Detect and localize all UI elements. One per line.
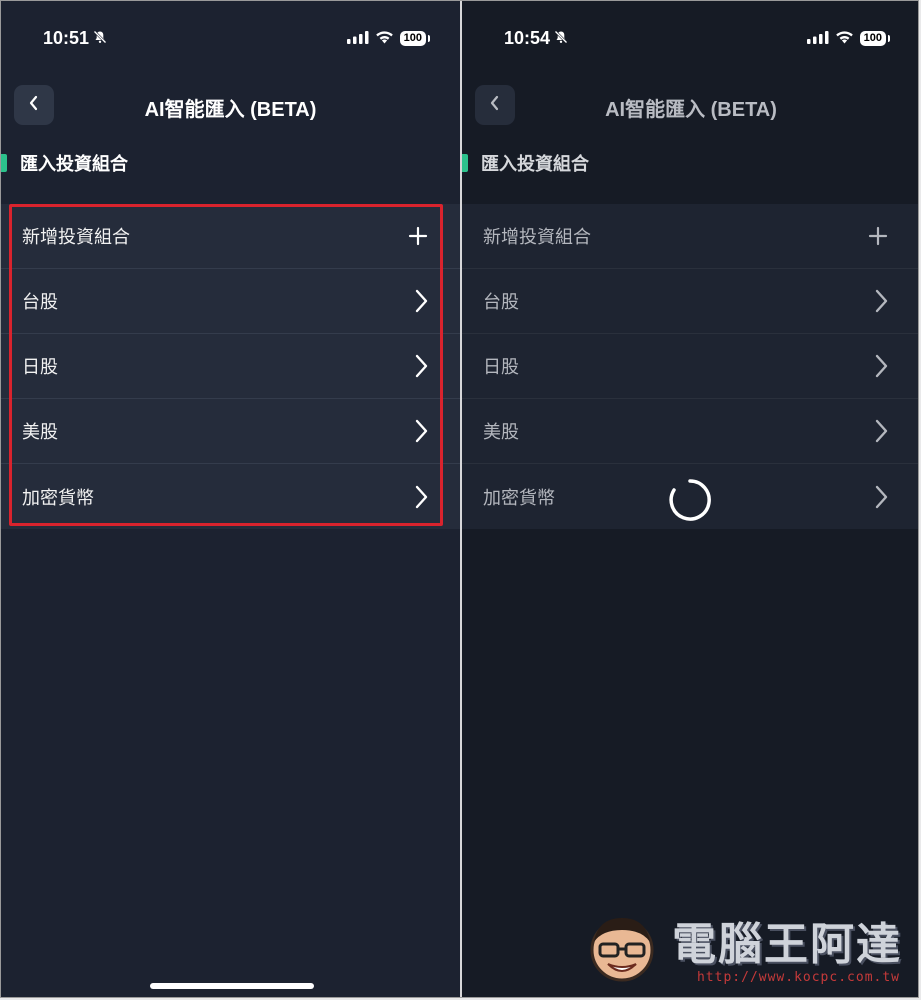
watermark-title: 電腦王阿達 — [672, 919, 902, 970]
home-indicator[interactable] — [150, 983, 314, 989]
list-item-jp-stocks[interactable]: 日股 — [462, 334, 918, 399]
cellular-signal-icon — [346, 29, 369, 48]
cellular-signal-icon — [806, 29, 829, 48]
list-item-label: 加密貨幣 — [483, 487, 555, 509]
plus-icon — [868, 226, 888, 246]
list-item-label: 日股 — [483, 357, 519, 378]
status-time-text: 10:51 — [43, 28, 90, 48]
section-title: 匯入投資組合 — [481, 154, 589, 175]
wifi-icon — [375, 29, 394, 48]
screenshot-frame: 10:51 100 AI智能匯入 (BETA) 匯入投資組合 新增投資組合 台股… — [0, 0, 919, 998]
chevron-right-icon — [874, 289, 888, 313]
site-watermark: 電腦王阿達 http://www.kocpc.com.tw — [582, 896, 912, 991]
phone-screen-right: 10:54 100 AI智能匯入 (BETA) 匯入投資組合 新增投資組合 台股… — [462, 1, 918, 997]
section-header: 匯入投資組合 — [1, 151, 128, 175]
silent-bell-icon — [93, 28, 107, 49]
mascot-logo — [590, 918, 654, 982]
chevron-right-icon — [874, 485, 888, 509]
battery-indicator: 100 — [859, 31, 891, 46]
page-title: AI智能匯入 (BETA) — [144, 99, 317, 121]
list-item-label: 美股 — [483, 422, 519, 443]
watermark-url: http://www.kocpc.com.tw — [696, 970, 900, 985]
wifi-icon — [835, 29, 854, 48]
highlight-box — [9, 204, 443, 526]
phone-screen-left: 10:51 100 AI智能匯入 (BETA) 匯入投資組合 新增投資組合 台股… — [1, 1, 460, 997]
list-item-tw-stocks[interactable]: 台股 — [462, 269, 918, 334]
status-time-text: 10:54 — [504, 28, 551, 48]
status-bar-time: 10:54 — [504, 28, 568, 49]
section-header: 匯入投資組合 — [462, 151, 589, 175]
status-bar-indicators: 100 — [806, 29, 891, 48]
chevron-right-icon — [874, 354, 888, 378]
section-accent-bar — [462, 154, 468, 172]
list-item-us-stocks[interactable]: 美股 — [462, 399, 918, 464]
chevron-right-icon — [874, 419, 888, 443]
list-item-label: 新增投資組合 — [483, 227, 591, 248]
list-item-label: 台股 — [483, 292, 519, 313]
status-bar-indicators: 100 — [346, 29, 431, 48]
list-item-add-portfolio[interactable]: 新增投資組合 — [462, 204, 918, 269]
loading-spinner-icon — [669, 479, 711, 521]
section-title: 匯入投資組合 — [20, 154, 128, 175]
section-accent-bar — [1, 154, 7, 172]
battery-indicator: 100 — [399, 31, 431, 46]
status-bar-time: 10:51 — [43, 28, 107, 49]
page-title: AI智能匯入 (BETA) — [605, 99, 777, 121]
silent-bell-icon — [554, 28, 568, 49]
